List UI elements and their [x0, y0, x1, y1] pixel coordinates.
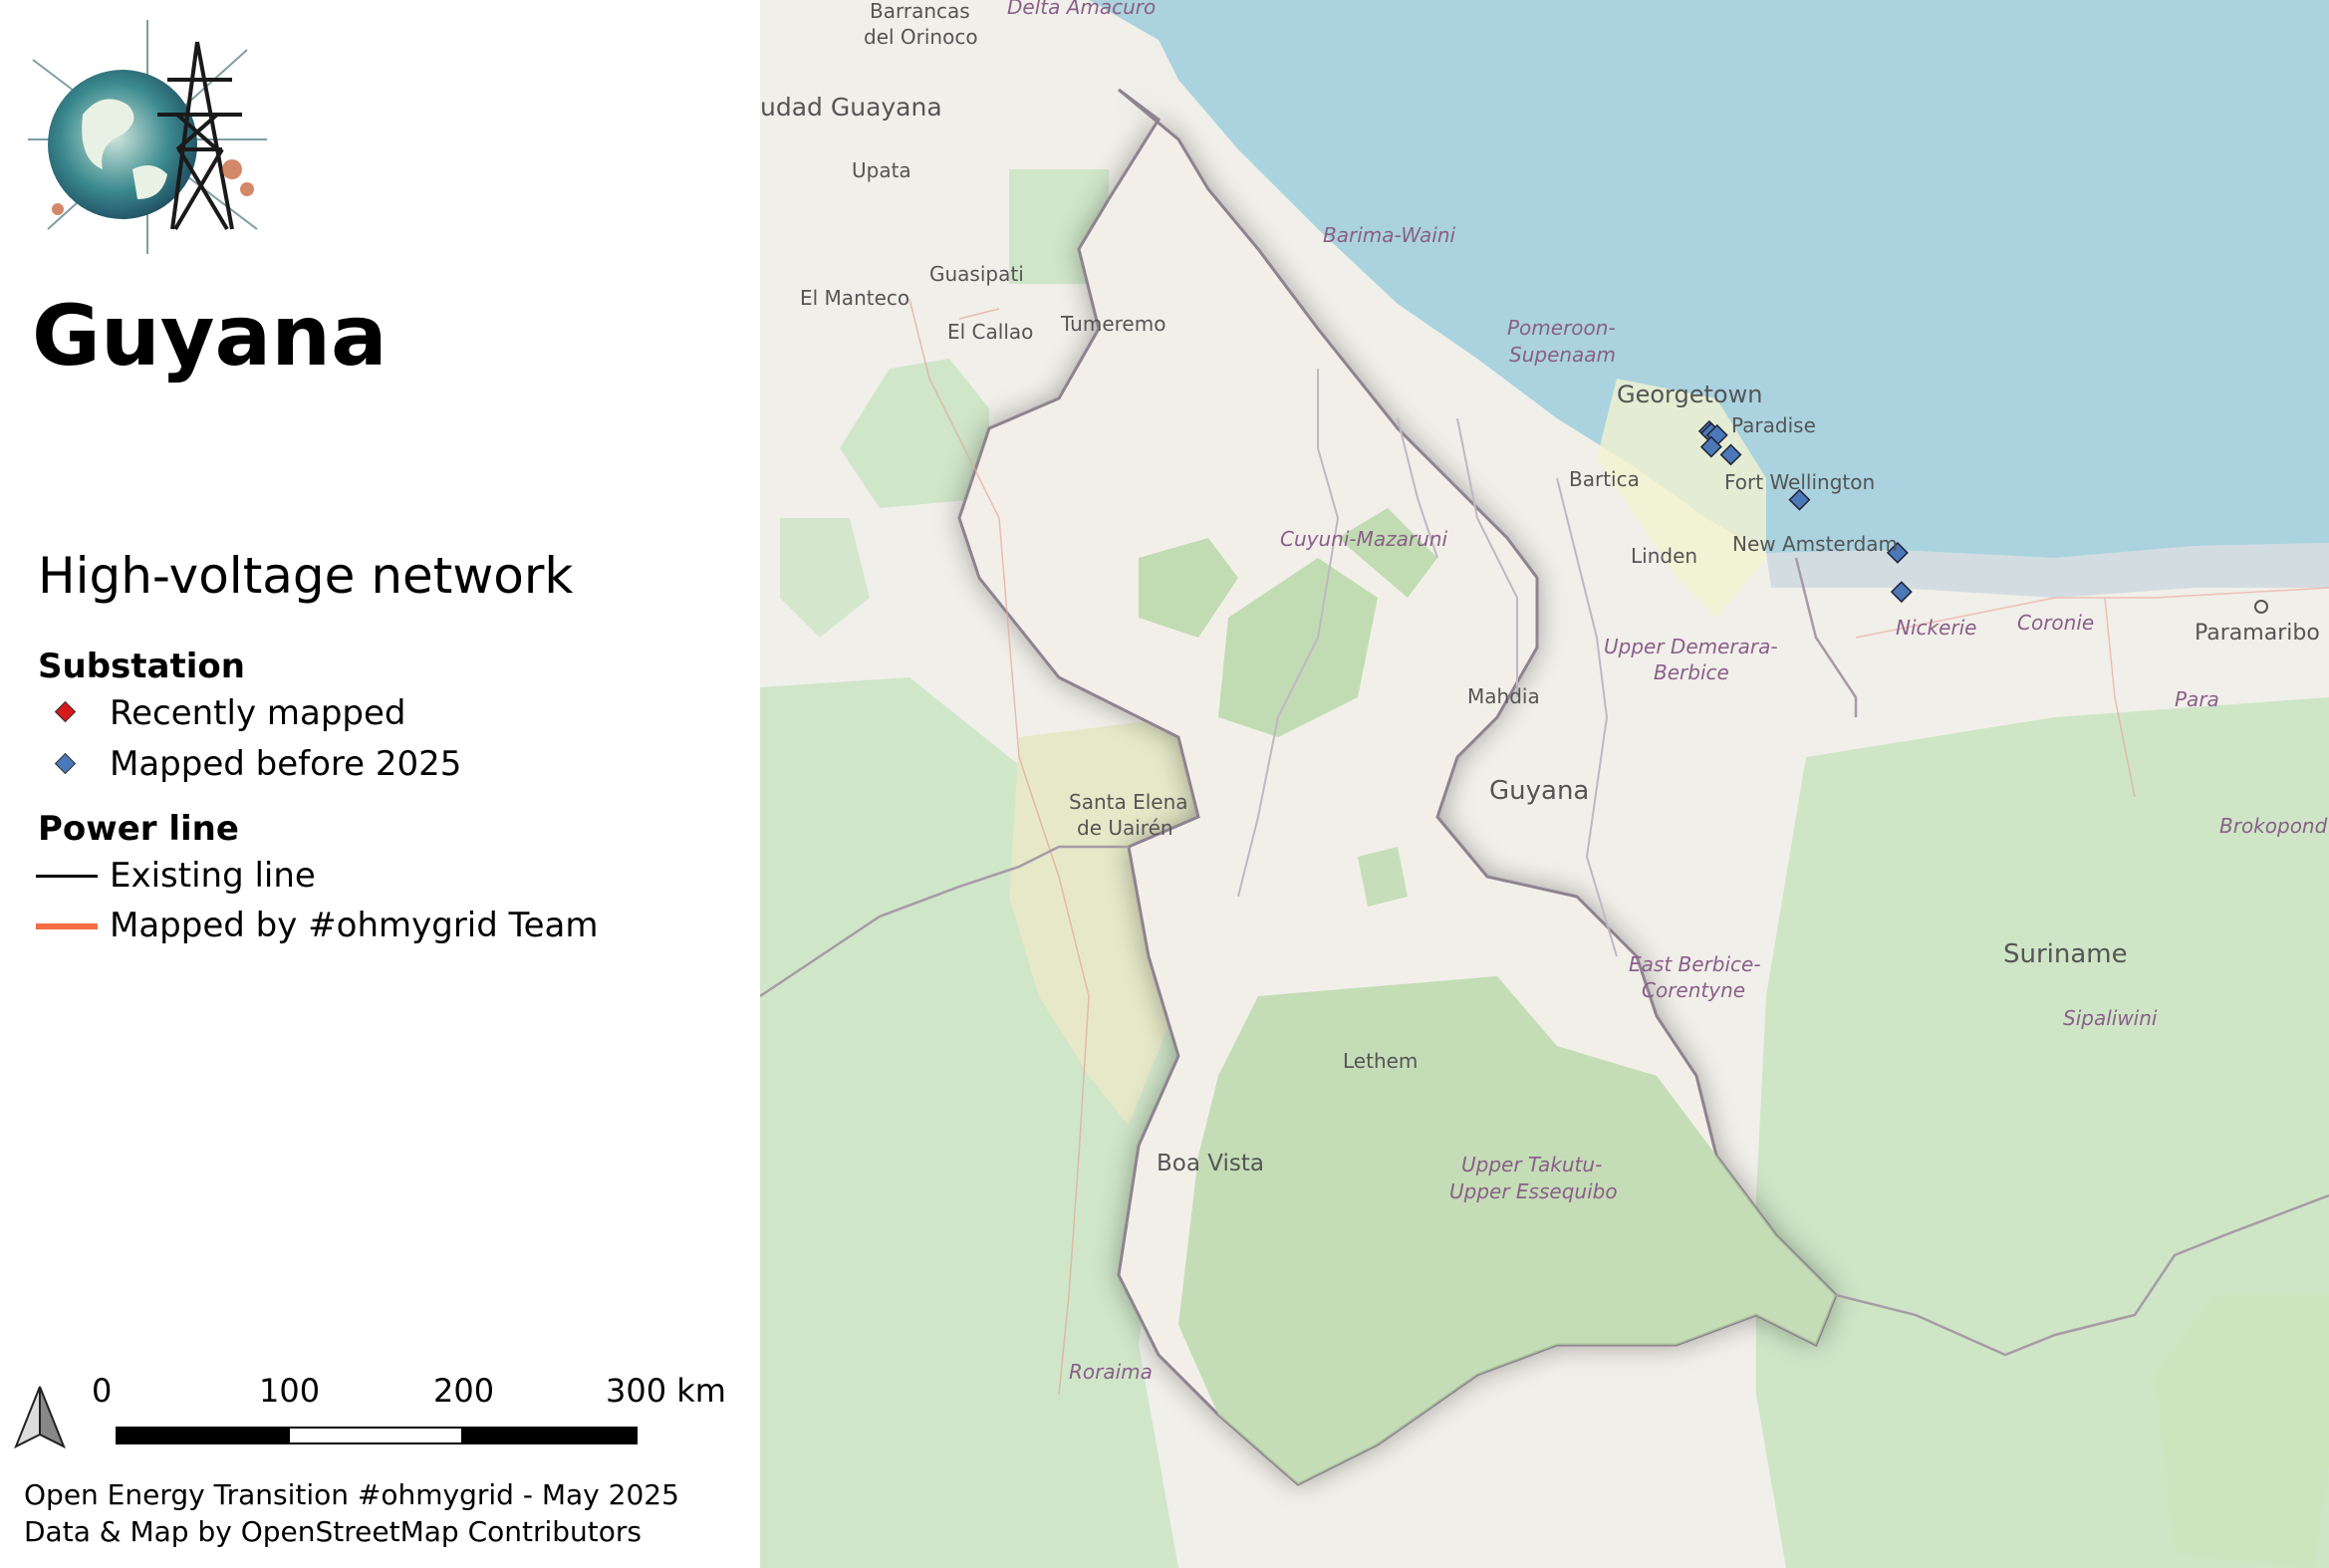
place-label-suriname: Suriname: [2003, 939, 2128, 969]
place-label-de-uairen: de Uairén: [1077, 816, 1173, 840]
place-label-paramaribo: Paramaribo: [2195, 621, 2320, 646]
place-label-santa-elena: Santa Elena: [1069, 790, 1188, 814]
ohmygrid-line-swatch-icon: [36, 923, 98, 929]
place-label-ciudad-guayana: udad Guayana: [760, 93, 942, 122]
globe-pylon-logo-icon: [28, 20, 267, 254]
legend-heading: High-voltage network: [38, 547, 574, 605]
legend-item-recently-mapped: Recently mapped: [110, 693, 406, 733]
scale-bar-track: [116, 1427, 638, 1444]
legend-panel: Guyana High-voltage network Substation R…: [0, 0, 760, 1568]
region-label-nickerie: Nickerie: [1896, 616, 1976, 640]
map-canvas[interactable]: Barrancas del Orinoco Delta Amacuro udad…: [760, 0, 2329, 1568]
existing-line-swatch-icon: [36, 875, 98, 878]
region-label-sipaliwini: Sipaliwini: [2063, 1006, 2158, 1030]
place-label-tumeremo: Tumeremo: [1060, 312, 1165, 336]
place-label-del-orinoco: del Orinoco: [864, 25, 978, 49]
scale-tick-200: 200: [433, 1372, 495, 1410]
legend-item-ohmygrid-line: Mapped by #ohmygrid Team: [110, 906, 599, 945]
place-label-bartica: Bartica: [1569, 467, 1640, 491]
legend-powerline-title: Power line: [38, 809, 239, 849]
region-label-upper-essequibo: Upper Essequibo: [1449, 1179, 1618, 1203]
scale-bar-segment: [290, 1429, 461, 1442]
place-label-barrancas: Barrancas: [870, 0, 970, 23]
credit-line-1: Open Energy Transition #ohmygrid - May 2…: [24, 1478, 679, 1511]
legend-item-existing-line: Existing line: [110, 856, 316, 896]
region-label-supenaam: Supenaam: [1509, 343, 1616, 367]
place-label-fort-wellington: Fort Wellington: [1724, 470, 1875, 494]
region-label-para: Para: [2175, 687, 2219, 711]
place-label-paradise: Paradise: [1731, 413, 1816, 437]
region-label-coronie: Coronie: [2017, 611, 2094, 635]
region-label-east-berbice: East Berbice-: [1629, 952, 1761, 976]
recently-mapped-diamond-icon: [54, 700, 77, 723]
place-label-mahdia: Mahdia: [1467, 684, 1540, 708]
scale-tick-300: 300 km: [606, 1372, 726, 1410]
place-label-georgetown: Georgetown: [1617, 381, 1762, 408]
place-label-el-manteco: El Manteco: [800, 286, 909, 310]
region-label-pomeroon: Pomeroon-: [1507, 316, 1616, 340]
scale-tick-100: 100: [259, 1372, 321, 1410]
region-label-delta-amacuro: Delta Amacuro: [1007, 0, 1156, 19]
place-label-el-callao: El Callao: [947, 320, 1033, 344]
place-label-guasipati: Guasipati: [929, 262, 1024, 286]
region-label-berbice: Berbice: [1654, 660, 1729, 684]
legend-substation-title: Substation: [38, 647, 245, 686]
scale-bar: 0 100 200 300 km: [92, 1372, 737, 1454]
region-label-cuyuni-mazaruni: Cuyuni-Mazaruni: [1280, 527, 1447, 551]
mapped-before-diamond-icon: [54, 752, 77, 775]
region-label-barima-waini: Barima-Waini: [1323, 223, 1456, 247]
place-label-upata: Upata: [852, 158, 911, 182]
credit-line-2: Data & Map by OpenStreetMap Contributors: [24, 1515, 643, 1548]
place-label-lethem: Lethem: [1343, 1049, 1418, 1073]
region-label-corentyne: Corentyne: [1642, 978, 1745, 1002]
place-label-boa-vista: Boa Vista: [1157, 1151, 1264, 1176]
place-label-new-amsterdam: New Amsterdam: [1732, 532, 1898, 556]
region-label-upper-demerara: Upper Demerara-: [1604, 635, 1778, 658]
region-label-upper-takutu: Upper Takutu-: [1461, 1153, 1602, 1176]
scale-tick-0: 0: [92, 1372, 113, 1410]
north-arrow-icon: [14, 1386, 66, 1449]
basemap: Barrancas del Orinoco Delta Amacuro udad…: [760, 0, 2329, 1568]
place-label-guyana: Guyana: [1489, 776, 1589, 806]
legend-item-mapped-before-2025: Mapped before 2025: [110, 744, 462, 784]
place-label-linden: Linden: [1631, 544, 1697, 568]
region-label-brokopondo: Brokopond: [2219, 814, 2328, 838]
map-title: Guyana: [32, 287, 388, 385]
region-label-roraima: Roraima: [1069, 1360, 1153, 1384]
